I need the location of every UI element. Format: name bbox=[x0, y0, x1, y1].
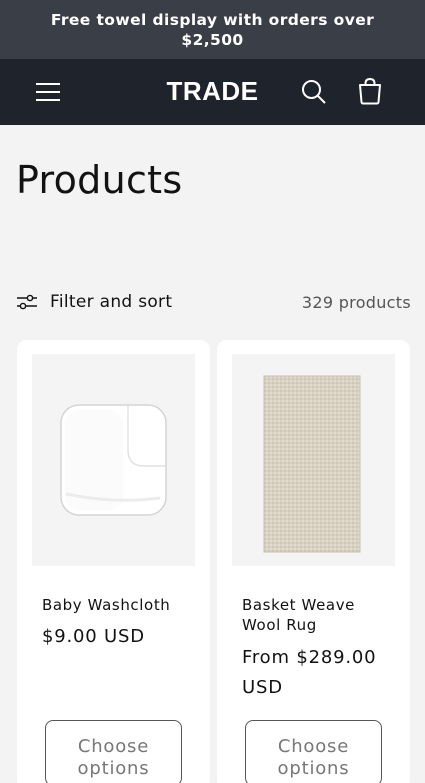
announcement-text: Free towel display with orders over $2,5… bbox=[50, 10, 375, 49]
search-button[interactable] bbox=[296, 75, 332, 109]
product-price: $9.00 USD bbox=[42, 626, 145, 647]
product-image[interactable] bbox=[32, 354, 195, 566]
washcloth-image bbox=[60, 404, 167, 516]
filter-and-sort-label: Filter and sort bbox=[50, 292, 173, 312]
choose-options-button[interactable]: Choose options bbox=[245, 720, 382, 783]
site-header: TRADE bbox=[0, 59, 425, 125]
filter-and-sort-button[interactable]: Filter and sort bbox=[16, 292, 172, 312]
filter-bar: Filter and sort 329 products bbox=[16, 288, 411, 316]
product-title[interactable]: Baby Washcloth bbox=[42, 595, 192, 615]
product-title[interactable]: Basket Weave Wool Rug bbox=[242, 595, 392, 635]
product-count: 329 products bbox=[301, 292, 411, 312]
choose-options-button[interactable]: Choose options bbox=[45, 720, 182, 783]
search-icon bbox=[302, 80, 326, 104]
filter-sliders-icon bbox=[17, 294, 37, 310]
product-card[interactable]: Baby Washcloth $9.00 USD Choose options bbox=[17, 340, 210, 783]
cart-button[interactable] bbox=[352, 73, 388, 109]
announcement-bar: Free towel display with orders over $2,5… bbox=[0, 0, 425, 59]
page-title: Products bbox=[16, 158, 183, 202]
product-card[interactable]: Basket Weave Wool Rug From $289.00 USD C… bbox=[217, 340, 410, 783]
rug-image bbox=[263, 375, 361, 553]
cart-icon bbox=[359, 77, 381, 105]
product-price: From $289.00 USD bbox=[242, 647, 377, 698]
product-image[interactable] bbox=[232, 354, 395, 566]
